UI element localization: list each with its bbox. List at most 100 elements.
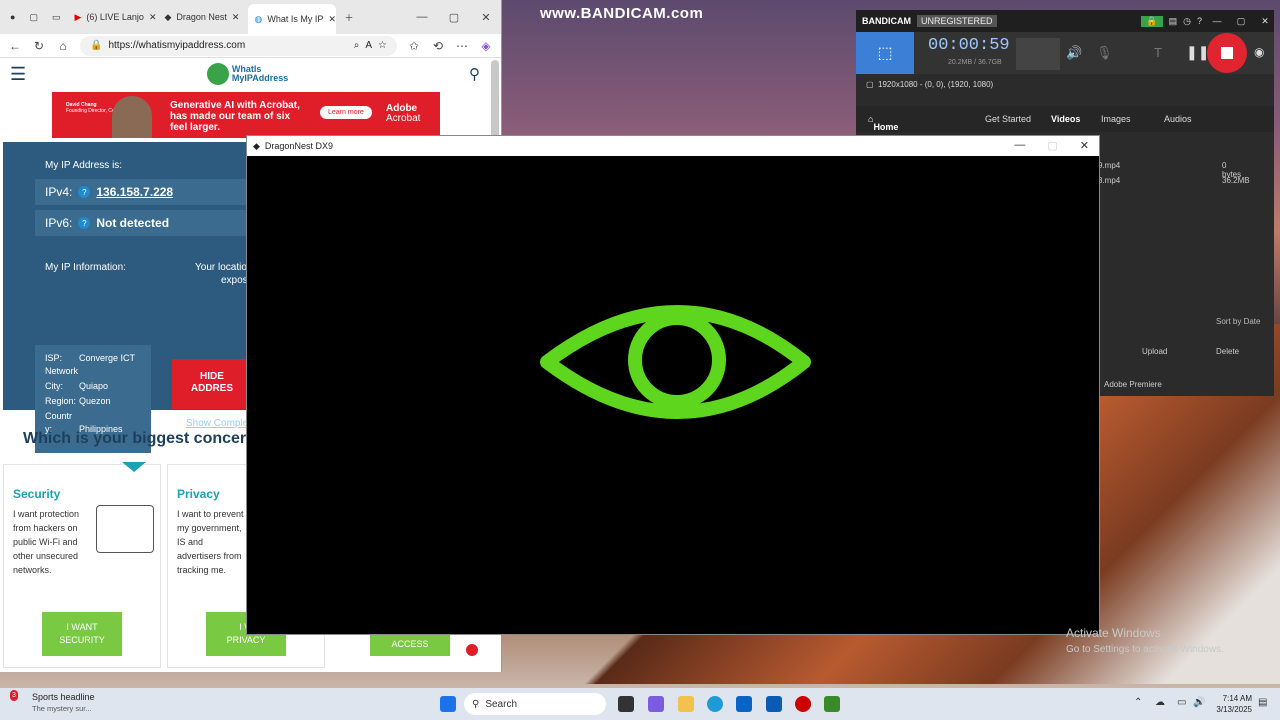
taskbar-clock[interactable]: 7:14 AM 3/13/2025 xyxy=(1216,693,1252,715)
history-icon[interactable]: ⟲ xyxy=(431,39,445,53)
ipv6-value: Not detected xyxy=(96,216,170,230)
show-complete-link[interactable]: Show Comple xyxy=(186,418,248,429)
adobe-premiere-link[interactable]: Adobe Premiere xyxy=(1104,380,1162,389)
file-explorer-icon[interactable] xyxy=(678,696,694,712)
lock-icon[interactable]: 🔒 xyxy=(1141,15,1163,27)
upload-button[interactable]: Upload xyxy=(1142,347,1167,356)
menu-icon[interactable]: ☰ xyxy=(10,64,26,85)
game-titlebar: ◆ DragonNest DX9 — ▢ ✕ xyxy=(247,136,1099,156)
copilot-icon[interactable] xyxy=(648,696,664,712)
favorites-icon[interactable]: ✩ xyxy=(407,39,421,53)
notification-icon[interactable]: ▤ xyxy=(1258,697,1267,708)
text-icon[interactable]: T xyxy=(1154,45,1162,60)
close-window-button[interactable]: ✕ xyxy=(471,11,501,24)
taskbar-search[interactable]: ⚲ Search xyxy=(464,693,606,715)
back-icon[interactable]: ← xyxy=(8,39,22,53)
selected-pointer xyxy=(122,462,146,472)
audios-tab[interactable]: Audios xyxy=(1164,114,1192,124)
close-icon[interactable]: ✕ xyxy=(328,14,336,25)
tab-youtube[interactable]: ▶ (6) LIVE Lanjo ✕ xyxy=(68,4,156,30)
folder-icon[interactable]: ▤ xyxy=(1169,16,1178,27)
copilot-icon[interactable]: ◈ xyxy=(479,39,493,53)
store-icon[interactable] xyxy=(766,696,782,712)
screen-mode-icon[interactable]: ⬚ xyxy=(856,32,914,74)
bandicam-watermark: www.BANDICAM.com xyxy=(540,5,704,22)
cloud-icon[interactable]: ☁ xyxy=(1155,697,1165,708)
adobe-ad-banner[interactable]: David Chang Founding Director, Cero Legal… xyxy=(52,92,440,138)
file-name[interactable]: 3.mp4 xyxy=(1098,176,1120,185)
help-icon[interactable]: ? xyxy=(78,217,91,229)
tab-dragon-nest[interactable]: ◆ Dragon Nest ✕ xyxy=(158,4,246,30)
my-ip-label: My IP Address is: xyxy=(45,160,123,171)
maximize-button[interactable]: ▢ xyxy=(1047,139,1057,152)
camera-icon[interactable]: ◉ xyxy=(1254,45,1264,59)
ipv4-value[interactable]: 136.158.7.228 xyxy=(96,185,173,199)
microphone-icon[interactable]: 🎙 xyxy=(1096,45,1113,61)
images-tab[interactable]: Images xyxy=(1101,114,1131,124)
close-button[interactable]: ✕ xyxy=(1256,16,1274,27)
url-input[interactable]: 🔒 https://whatismyipaddress.com ⌕ A ☆ xyxy=(80,35,397,56)
tab-actions-icon[interactable]: ▭ xyxy=(46,4,67,30)
help-icon[interactable]: ? xyxy=(78,186,91,198)
outlook-icon[interactable] xyxy=(736,696,752,712)
home-tab[interactable]: ⌂ Home xyxy=(868,114,898,132)
home-icon[interactable]: ⌂ xyxy=(56,39,70,53)
file-name[interactable]: 9.mp4 xyxy=(1098,161,1120,170)
close-icon[interactable]: ✕ xyxy=(149,12,157,23)
minimize-button[interactable]: — xyxy=(1014,139,1025,152)
bandicam-taskbar-icon[interactable] xyxy=(795,696,811,712)
security-illustration-icon xyxy=(96,505,154,553)
taskbar: 3 Sports headline The mystery sur... ⚲ S… xyxy=(0,688,1280,720)
close-button[interactable]: ✕ xyxy=(1080,139,1089,152)
news-widget[interactable]: 3 Sports headline The mystery sur... xyxy=(10,690,95,714)
bandicam-nav: ⌂ Home Get Started Videos Images Audios xyxy=(856,106,1274,132)
stop-record-button[interactable] xyxy=(1207,33,1247,73)
dragonnest-window: ◆ DragonNest DX9 — ▢ ✕ xyxy=(246,135,1100,635)
activate-windows-notice: Activate Windows Go to Settings to activ… xyxy=(1066,626,1224,655)
adobe-brand: Adobe Acrobat xyxy=(386,103,421,124)
globe-icon: ◍ xyxy=(254,13,263,24)
i-want-security-button[interactable]: I WANT SECURITY xyxy=(42,612,122,656)
speaker-icon[interactable]: 🔊 xyxy=(1066,45,1082,61)
file-size: 36.2MB xyxy=(1222,176,1250,185)
delete-button[interactable]: Delete xyxy=(1216,347,1239,356)
game-title: DragonNest DX9 xyxy=(264,141,333,151)
webcam-icon[interactable] xyxy=(1016,38,1060,70)
network-icon[interactable]: ▭ xyxy=(1177,697,1186,708)
zoom-icon[interactable]: ⌕ xyxy=(354,40,360,51)
timer-icon[interactable]: ◷ xyxy=(1183,16,1191,27)
search-icon[interactable]: ⚲ xyxy=(469,65,480,83)
read-aloud-icon[interactable]: A xyxy=(365,40,372,51)
edge-icon[interactable] xyxy=(707,696,723,712)
site-logo[interactable]: WhatIs MyIPAddress xyxy=(206,63,288,85)
tab-whatismyip[interactable]: ◍ What Is My IP ✕ xyxy=(248,4,337,34)
notification-bell-icon[interactable] xyxy=(464,642,480,658)
learn-more-button[interactable]: Learn more xyxy=(320,106,372,119)
volume-icon[interactable]: 🔊 xyxy=(1193,697,1205,708)
minimize-button[interactable]: — xyxy=(1208,16,1226,26)
news-badge: 3 xyxy=(10,690,18,701)
maximize-button[interactable]: ▢ xyxy=(1232,16,1250,27)
refresh-icon[interactable]: ↻ xyxy=(32,39,46,53)
hide-address-button[interactable]: HIDE ADDRES xyxy=(172,359,252,409)
task-view-icon[interactable] xyxy=(618,696,634,712)
sort-by-date[interactable]: Sort by Date xyxy=(1216,317,1260,326)
workspaces-icon[interactable]: ▢ xyxy=(23,4,44,30)
scrollbar[interactable] xyxy=(491,60,499,140)
new-tab-button[interactable]: ＋ xyxy=(338,4,359,30)
help-icon[interactable]: ? xyxy=(1197,16,1202,26)
profile-icon[interactable]: ● xyxy=(4,4,21,30)
get-started-tab[interactable]: Get Started xyxy=(985,114,1031,124)
dragon-nest-taskbar-icon[interactable] xyxy=(824,696,840,712)
more-icon[interactable]: ⋯ xyxy=(455,39,469,53)
resolution-text: ▢ 1920x1080 - (0, 0), (1920, 1080) xyxy=(866,80,994,89)
access-button[interactable]: ACCESS xyxy=(370,632,450,656)
maximize-button[interactable]: ▢ xyxy=(439,11,469,24)
pause-icon[interactable]: ❚❚ xyxy=(1186,44,1209,61)
videos-tab[interactable]: Videos xyxy=(1051,114,1080,124)
close-icon[interactable]: ✕ xyxy=(232,12,240,23)
favorite-star-icon[interactable]: ☆ xyxy=(378,40,387,51)
minimize-button[interactable]: — xyxy=(407,11,437,23)
start-icon[interactable] xyxy=(440,696,456,712)
tray-chevron-icon[interactable]: ⌃ xyxy=(1134,697,1142,708)
